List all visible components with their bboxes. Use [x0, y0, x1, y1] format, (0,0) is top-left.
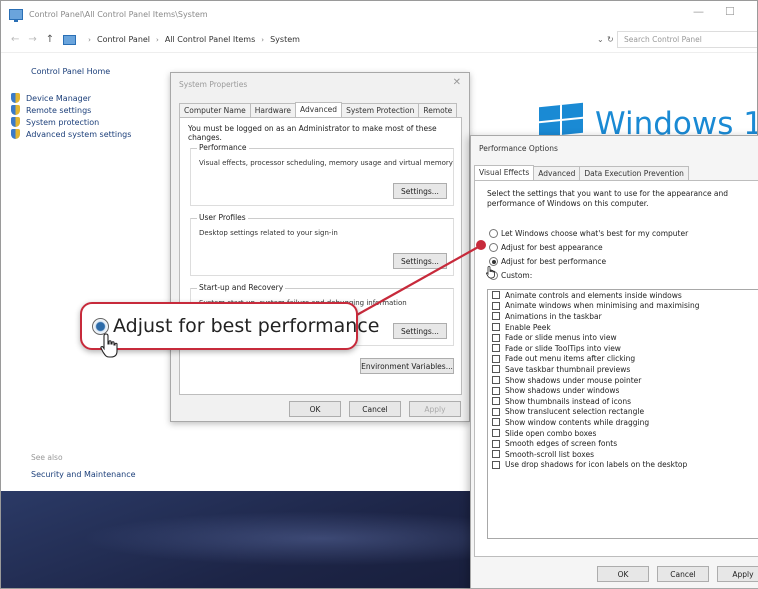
hand-cursor-icon — [486, 266, 495, 279]
callout-leader-line — [354, 240, 486, 317]
hand-cursor-icon — [100, 333, 118, 358]
radio-button-selected-icon — [92, 317, 109, 335]
leader-line — [354, 245, 481, 317]
zoom-callout: Adjust for best performance — [80, 302, 379, 350]
leader-dot — [476, 240, 486, 250]
callout-label: Adjust for best performance — [113, 315, 380, 337]
